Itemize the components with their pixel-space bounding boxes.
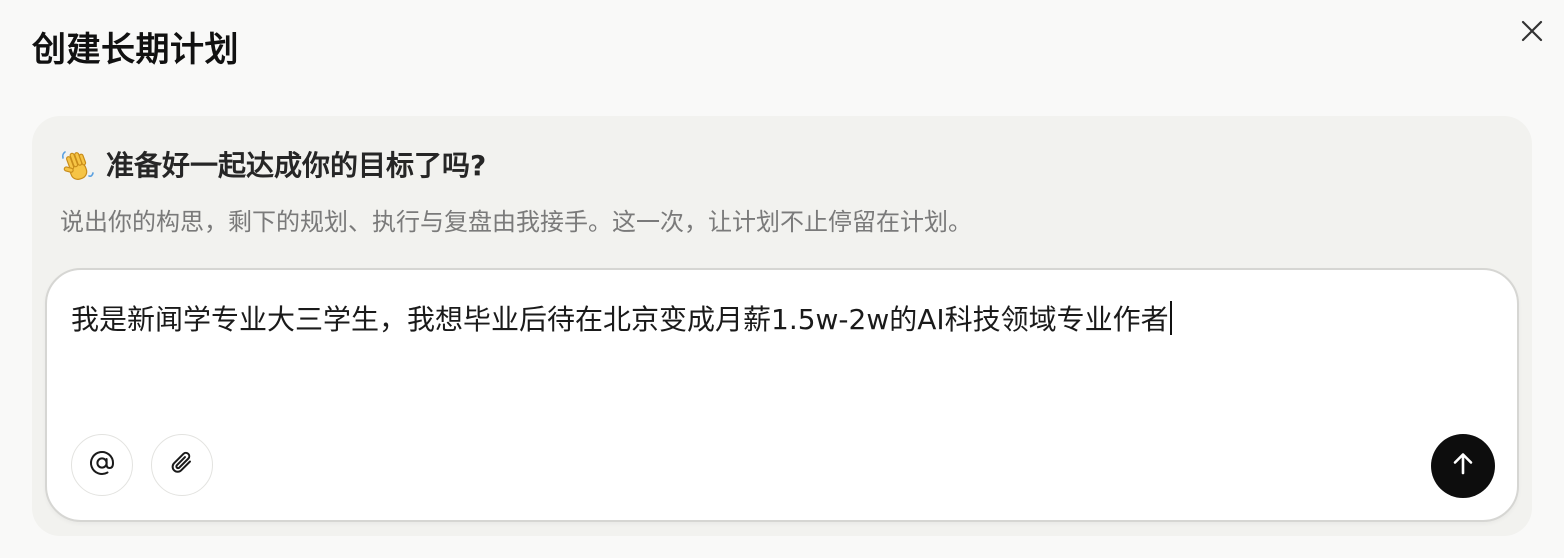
greeting-text: 准备好一起达成你的目标了吗?	[106, 149, 487, 182]
create-long-term-plan-dialog: 创建长期计划 准备好一起达成你的目标了吗? 说出你的构思，剩下的规划、执行与复盘…	[0, 0, 1564, 558]
paperclip-icon	[168, 449, 196, 481]
at-sign-icon	[88, 449, 116, 481]
plan-panel: 准备好一起达成你的目标了吗? 说出你的构思，剩下的规划、执行与复盘由我接手。这一…	[32, 116, 1532, 536]
goal-input-box[interactable]: 我是新闻学专业大三学生，我想毕业后待在北京变成月薪1.5w-2w的AI科技领域专…	[45, 268, 1519, 522]
dialog-title: 创建长期计划	[32, 30, 239, 70]
text-caret	[1169, 301, 1172, 335]
close-icon	[1520, 19, 1544, 47]
mention-button[interactable]	[71, 434, 133, 496]
greeting-heading: 准备好一起达成你的目标了吗?	[60, 146, 486, 186]
waving-hand-icon	[60, 148, 96, 184]
arrow-up-icon	[1450, 451, 1476, 481]
send-button[interactable]	[1431, 434, 1495, 498]
goal-input-value: 我是新闻学专业大三学生，我想毕业后待在北京变成月薪1.5w-2w的AI科技领域专…	[71, 303, 1169, 336]
attach-file-button[interactable]	[151, 434, 213, 496]
close-button[interactable]	[1510, 14, 1554, 52]
goal-input[interactable]: 我是新闻学专业大三学生，我想毕业后待在北京变成月薪1.5w-2w的AI科技领域专…	[71, 298, 1172, 342]
panel-subtitle: 说出你的构思，剩下的规划、执行与复盘由我接手。这一次，让计划不止停留在计划。	[60, 208, 972, 236]
